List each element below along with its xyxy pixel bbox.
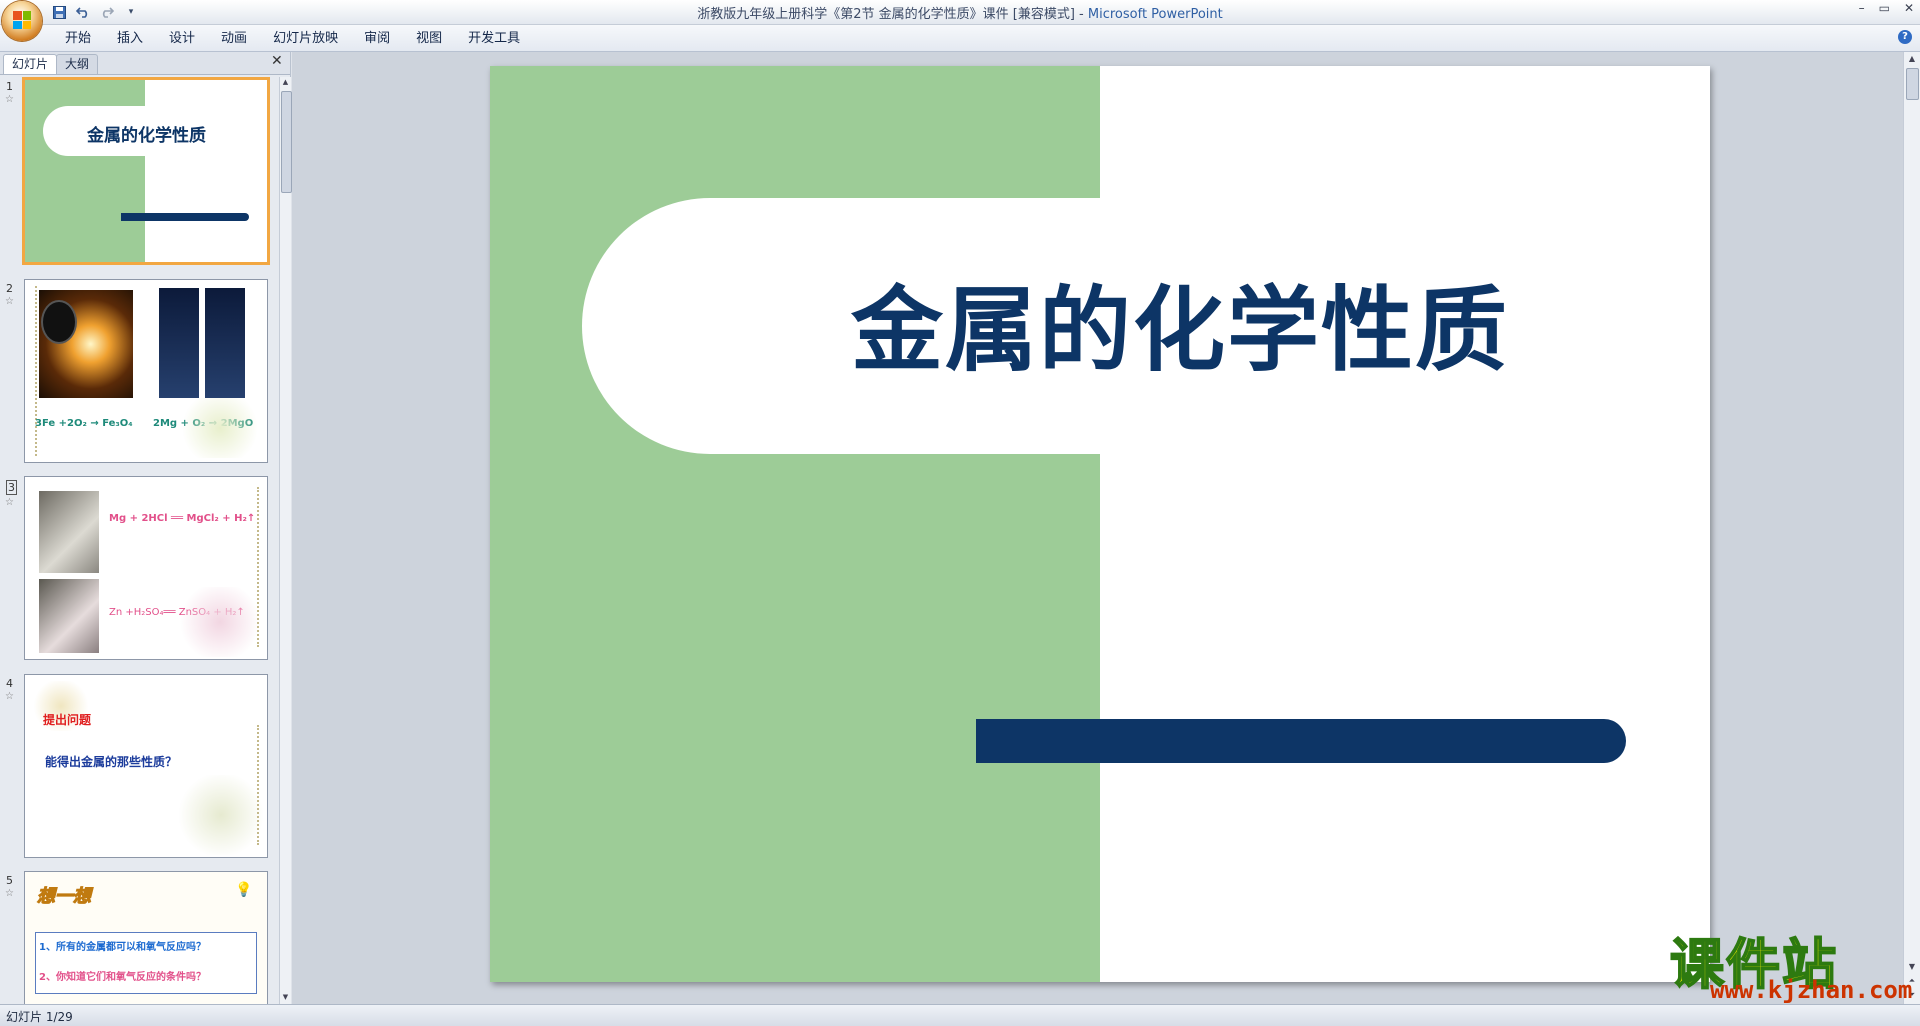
restore-button[interactable]: ▭ bbox=[1879, 1, 1890, 15]
ribbon-tabs: 开始 插入 设计 动画 幻灯片放映 审阅 视图 开发工具 bbox=[52, 30, 533, 48]
slide-thumbnail-3[interactable]: Mg + 2HCl ══ MgCl₂ + H₂↑ Zn +H₂SO₄══ ZnS… bbox=[24, 476, 268, 660]
slide-thumbnail-list: 1 ☆ 金属的化学性质 2 ☆ 3Fe +2O₂ → Fe₃O₄ 2Mg + O… bbox=[0, 77, 280, 1004]
thumb-decoration bbox=[175, 587, 265, 657]
thumb-bar bbox=[121, 213, 249, 221]
slides-panel: 幻灯片 大纲 ✕ 1 ☆ 金属的化学性质 2 ☆ 3Fe +2O₂ → Fe₃O… bbox=[0, 52, 292, 1004]
tab-animations[interactable]: 动画 bbox=[208, 30, 260, 48]
lightbulb-icon: 💡 bbox=[235, 882, 253, 898]
thumb-heading: 想一想 bbox=[37, 886, 92, 908]
slide-number: 2 bbox=[6, 282, 13, 295]
test-tube-image-2 bbox=[39, 579, 99, 653]
tab-view[interactable]: 视图 bbox=[403, 30, 455, 48]
tab-slideshow[interactable]: 幻灯片放映 bbox=[260, 30, 351, 48]
scroll-up-icon[interactable]: ▲ bbox=[1906, 54, 1918, 66]
slide-counter: 幻灯片 1/29 bbox=[6, 1010, 73, 1024]
current-slide[interactable]: 金属的化学性质 bbox=[490, 66, 1710, 982]
window-title: 浙教版九年级上册科学《第2节 金属的化学性质》课件 [兼容模式] - Micro… bbox=[0, 3, 1920, 22]
animation-star-icon: ☆ bbox=[5, 296, 14, 307]
thumb-equation-1: Mg + 2HCl ══ MgCl₂ + H₂↑ bbox=[109, 513, 256, 524]
slide-number: 1 bbox=[6, 80, 13, 93]
animation-star-icon: ☆ bbox=[5, 888, 14, 899]
thumb-inset-image bbox=[41, 300, 77, 344]
panel-tabs: 幻灯片 大纲 ✕ bbox=[0, 52, 290, 75]
animation-star-icon: ☆ bbox=[5, 94, 14, 105]
slide-thumbnail-5[interactable]: 想一想 💡 1、所有的金属都可以和氧气反应吗？ 2、你知道它们和氧气反应的条件吗… bbox=[24, 871, 268, 1004]
status-bar: 幻灯片 1/29 bbox=[0, 1004, 1920, 1026]
slide-number: 3 bbox=[6, 480, 17, 495]
thumb-question-2: 2、你知道它们和氧气反应的条件吗？ bbox=[39, 972, 206, 983]
window-controls: – ▭ ✕ bbox=[1859, 1, 1914, 15]
scroll-up-icon[interactable]: ▲ bbox=[281, 78, 290, 88]
tab-outline[interactable]: 大纲 bbox=[56, 54, 99, 74]
tab-design[interactable]: 设计 bbox=[156, 30, 208, 48]
burning-magnesium-image-2 bbox=[205, 288, 245, 398]
thumb-decoration bbox=[175, 398, 265, 458]
slide-decorative-bar bbox=[976, 719, 1626, 763]
slide-number: 4 bbox=[6, 677, 13, 690]
minimize-button[interactable]: – bbox=[1859, 1, 1865, 15]
main-scrollbar[interactable]: ▲ ▼ ⏶ ⏷ bbox=[1903, 52, 1920, 1004]
thumb-heading: 提出问题 bbox=[43, 713, 92, 727]
document-title: 浙教版九年级上册科学《第2节 金属的化学性质》课件 [兼容模式] - bbox=[697, 7, 1088, 22]
animation-star-icon: ☆ bbox=[5, 497, 14, 508]
help-icon[interactable]: ? bbox=[1898, 30, 1912, 44]
thumb-decoration bbox=[257, 725, 263, 845]
scroll-thumb[interactable] bbox=[281, 91, 292, 193]
slide-thumbnail-1[interactable]: 金属的化学性质 bbox=[22, 77, 270, 265]
ribbon: 开始 插入 设计 动画 幻灯片放映 审阅 视图 开发工具 ? bbox=[0, 25, 1920, 52]
tab-developer[interactable]: 开发工具 bbox=[455, 30, 533, 48]
thumb-equation-1: 3Fe +2O₂ → Fe₃O₄ bbox=[35, 418, 133, 429]
thumb-decoration bbox=[175, 775, 267, 855]
thumb-question-1: 1、所有的金属都可以和氧气反应吗？ bbox=[39, 942, 206, 953]
slide-title[interactable]: 金属的化学性质 bbox=[750, 256, 1610, 389]
test-tube-image-1 bbox=[39, 491, 99, 573]
watermark-url: www.kjzhan.com bbox=[1710, 976, 1913, 1004]
slide-number: 5 bbox=[6, 874, 13, 887]
slide-thumbnail-4[interactable]: 提出问题 能得出金属的那些性质？ bbox=[24, 674, 268, 858]
office-button[interactable] bbox=[2, 1, 42, 41]
close-button[interactable]: ✕ bbox=[1904, 1, 1914, 15]
tab-review[interactable]: 审阅 bbox=[351, 30, 403, 48]
tab-slides[interactable]: 幻灯片 bbox=[3, 54, 58, 74]
scroll-down-icon[interactable]: ▼ bbox=[281, 993, 290, 1003]
scroll-thumb[interactable] bbox=[1906, 68, 1919, 100]
title-bar: ▾ 浙教版九年级上册科学《第2节 金属的化学性质》课件 [兼容模式] - Mic… bbox=[0, 0, 1920, 25]
burning-magnesium-image-1 bbox=[159, 288, 199, 398]
thumb-title: 金属的化学性质 bbox=[87, 126, 206, 146]
slide-thumbnail-2[interactable]: 3Fe +2O₂ → Fe₃O₄ 2Mg + O₂ → 2MgO bbox=[24, 279, 268, 463]
animation-star-icon: ☆ bbox=[5, 691, 14, 702]
tab-home[interactable]: 开始 bbox=[52, 30, 104, 48]
watermark-logo: 课件站 www.kjzhan.com bbox=[1669, 920, 1913, 1006]
panel-close-icon[interactable]: ✕ bbox=[271, 53, 283, 69]
thumb-question: 能得出金属的那些性质？ bbox=[45, 755, 178, 769]
app-name: Microsoft PowerPoint bbox=[1087, 7, 1223, 22]
office-logo-icon bbox=[13, 11, 31, 29]
tab-insert[interactable]: 插入 bbox=[104, 30, 156, 48]
panel-scrollbar[interactable]: ▲ ▼ bbox=[279, 77, 292, 1004]
